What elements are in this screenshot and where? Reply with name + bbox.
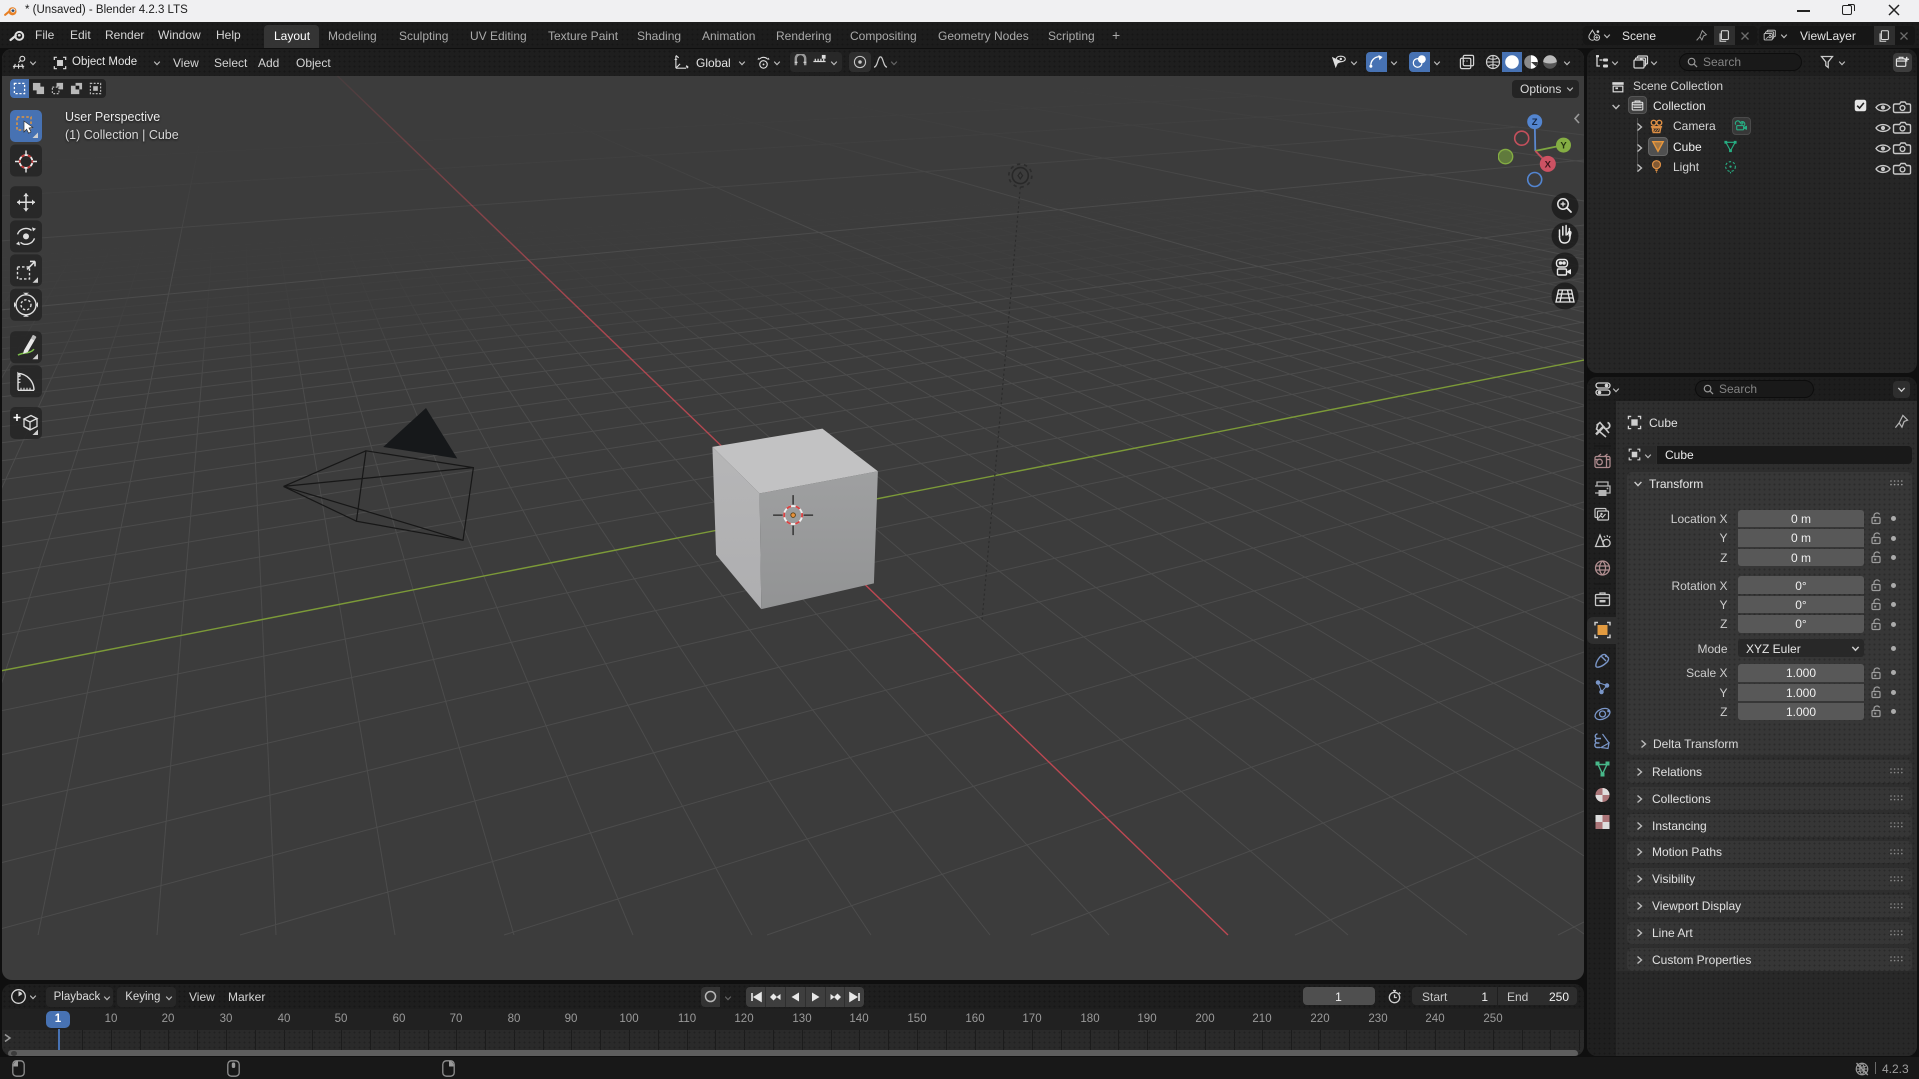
svg-text:Y: Y <box>1560 140 1567 151</box>
svg-text:Z: Z <box>1532 117 1538 128</box>
svg-text:X: X <box>1545 159 1552 170</box>
